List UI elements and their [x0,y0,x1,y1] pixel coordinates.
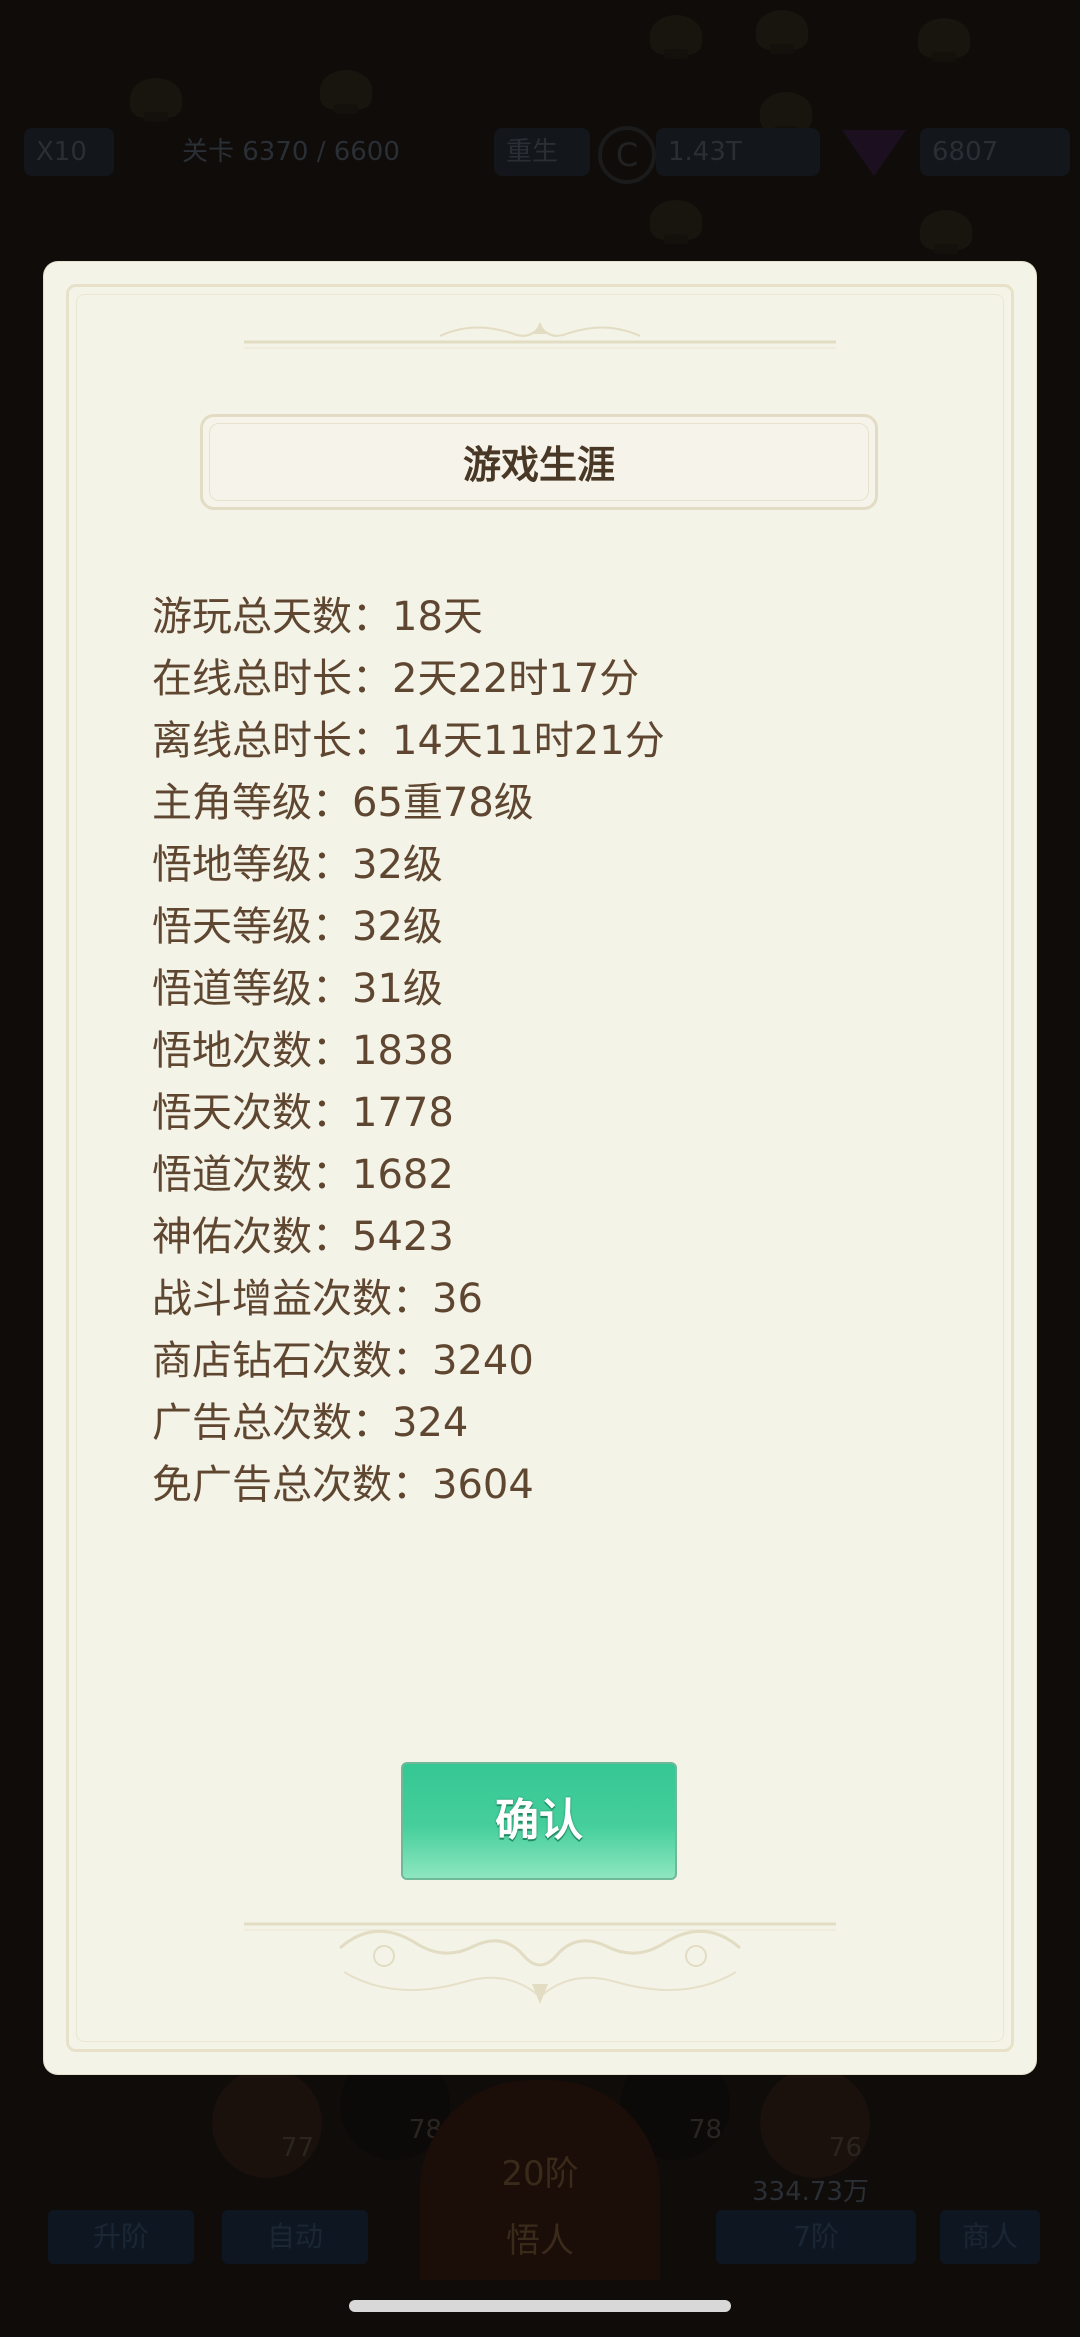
stat-value: 18天 [392,594,483,640]
stat-row-play-days: 游玩总天数：18天 [152,586,932,648]
stat-value: 31级 [352,966,443,1012]
dialog-title: 游戏生涯 [462,443,615,487]
stat-label: 免广告总次数： [152,1462,432,1508]
monster-sprite [650,200,702,244]
stat-value: 5423 [352,1214,454,1260]
stat-value: 2天22时17分 [392,656,640,702]
level-stepper[interactable]: 7阶 [716,2210,916,2264]
stat-row-ad-free-count: 免广告总次数：3604 [152,1454,932,1516]
stat-value: 36 [432,1276,483,1322]
stat-value: 324 [392,1400,469,1446]
career-dialog: 游戏生涯 游玩总天数：18天 在线总时长：2天22时17分 离线总时长：14天1… [44,262,1036,2074]
stat-label: 商店钻石次数： [152,1338,432,1384]
skill-slot[interactable]: 77 [212,2068,322,2178]
stat-value: 65重78级 [352,780,534,826]
monster-sprite [918,18,970,62]
stat-value: 1682 [352,1152,454,1198]
stat-label: 悟道次数： [152,1152,352,1198]
stat-label: 离线总时长： [152,718,392,764]
stat-value: 1838 [352,1028,454,1074]
stat-label: 神佑次数： [152,1214,352,1260]
stat-label: 悟地次数： [152,1028,352,1074]
coin-icon: C [598,126,656,184]
stat-label: 广告总次数： [152,1400,392,1446]
rebirth-button[interactable]: 重生 [494,128,590,176]
top-ornament-icon [244,322,836,349]
gem-icon [842,130,906,176]
power-value: 334.73万 [752,2177,869,2207]
stat-label: 悟天等级： [152,904,352,950]
stat-label: 游玩总天数： [152,594,392,640]
home-indicator[interactable] [349,2300,731,2312]
stat-row-heaven-count: 悟天次数：1778 [152,1082,932,1144]
stat-row-dao-count: 悟道次数：1682 [152,1144,932,1206]
stat-label: 悟道等级： [152,966,352,1012]
stat-value: 3604 [432,1462,534,1508]
stat-row-earth-level: 悟地等级：32级 [152,834,932,896]
stat-label: 战斗增益次数： [152,1276,432,1322]
coin-value: 1.43T [656,128,820,176]
monster-sprite [130,78,182,122]
stat-value: 32级 [352,842,443,888]
main-level-label: 20阶 [501,2154,579,2194]
stat-label: 在线总时长： [152,656,392,702]
skill-slot[interactable]: 76 [760,2068,870,2178]
stat-value: 1778 [352,1090,454,1136]
bottom-ornament-icon [244,1922,836,2004]
stat-label: 主角等级： [152,780,352,826]
stat-row-hero-level: 主角等级：65重78级 [152,772,932,834]
gem-value: 6807 [920,128,1070,176]
stat-value: 14天11时21分 [392,718,665,764]
stat-row-battle-buff-count: 战斗增益次数：36 [152,1268,932,1330]
stat-label: 悟地等级： [152,842,352,888]
stat-row-ad-count: 广告总次数：324 [152,1392,932,1454]
stat-row-shop-diamond-count: 商店钻石次数：3240 [152,1330,932,1392]
stat-row-dao-level: 悟道等级：31级 [152,958,932,1020]
screen: X10 关卡 6370 / 6600 重生 C 1.43T 6807 77 78… [0,0,1080,2337]
speed-badge[interactable]: X10 [24,128,114,176]
stage-progress: 关卡 6370 / 6600 [182,137,400,167]
auto-button[interactable]: 自动 [222,2210,368,2264]
stat-row-offline-time: 离线总时长：14天11时21分 [152,710,932,772]
main-action-label: 悟人 [506,2221,574,2261]
confirm-button[interactable]: 确认 [401,1762,677,1880]
shop-button[interactable]: 商人 [940,2210,1040,2264]
stat-row-heaven-level: 悟天等级：32级 [152,896,932,958]
title-plate: 游戏生涯 [200,414,878,510]
stat-value: 3240 [432,1338,534,1384]
stat-row-blessing-count: 神佑次数：5423 [152,1206,932,1268]
monster-sprite [756,10,808,54]
monster-sprite [760,92,812,136]
upgrade-button[interactable]: 升阶 [48,2210,194,2264]
monster-sprite [320,70,372,114]
main-action-button[interactable]: 20阶 悟人 [420,2080,660,2280]
monster-sprite [650,15,702,59]
stat-row-earth-count: 悟地次数：1838 [152,1020,932,1082]
stat-value: 32级 [352,904,443,950]
stat-row-online-time: 在线总时长：2天22时17分 [152,648,932,710]
stat-label: 悟天次数： [152,1090,352,1136]
stats-list: 游玩总天数：18天 在线总时长：2天22时17分 离线总时长：14天11时21分… [152,586,932,1516]
monster-sprite [920,210,972,254]
